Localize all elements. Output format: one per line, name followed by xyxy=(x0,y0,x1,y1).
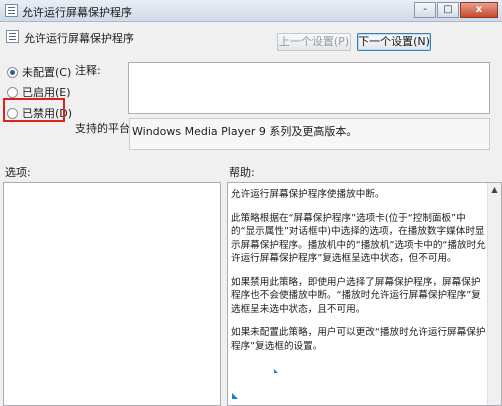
comment-label: 注释: xyxy=(75,64,101,77)
policy-setting-icon xyxy=(6,30,19,43)
title-bar: 允许运行屏幕保护程序 - □ x xyxy=(0,0,502,22)
platform-value: Windows Media Player 9 系列及更高版本。 xyxy=(129,118,490,150)
scroll-up-icon[interactable]: ▲ xyxy=(490,185,499,194)
caret-marker-icon xyxy=(274,369,278,373)
close-button[interactable]: x xyxy=(460,2,498,18)
comment-textarea[interactable] xyxy=(128,62,490,114)
caret-marker-icon xyxy=(232,393,238,399)
help-scrollbar[interactable]: ▲ xyxy=(487,183,501,405)
platform-label: 支持的平台: xyxy=(75,122,134,135)
help-paragraph: 此策略根据在“屏幕保护程序”选项卡(位于“控制面板”中的“显示属性”对话框中)中… xyxy=(231,212,486,265)
next-setting-button[interactable]: 下一个设置(N) xyxy=(357,33,431,51)
window-controls: - □ x xyxy=(414,2,498,18)
radio-indicator[interactable] xyxy=(7,86,18,98)
options-panel xyxy=(3,182,221,406)
disabled-option-highlight xyxy=(3,98,65,122)
setting-title: 允许运行屏幕保护程序 xyxy=(24,32,134,45)
help-label: 帮助: xyxy=(229,166,255,179)
help-paragraph: 如果未配置此策略，用户可以更改“播放时允许运行屏幕保护程序”复选框的设置。 xyxy=(231,327,486,352)
help-text: 允许运行屏幕保护程序使播放中断。 此策略根据在“屏幕保护程序”选项卡(位于“控制… xyxy=(231,188,486,363)
maximize-button[interactable]: □ xyxy=(437,2,459,18)
policy-icon xyxy=(5,4,18,17)
minimize-button[interactable]: - xyxy=(414,2,436,18)
window-title: 允许运行屏幕保护程序 xyxy=(22,6,132,19)
previous-setting-button[interactable]: 上一个设置(P) xyxy=(277,33,351,51)
help-paragraph: 如果禁用此策略，即使用户选择了屏幕保护程序，屏幕保护程序也不会使播放中断。“播放… xyxy=(231,276,481,315)
help-panel: 允许运行屏幕保护程序使播放中断。 此策略根据在“屏幕保护程序”选项卡(位于“控制… xyxy=(227,182,502,406)
options-label: 选项: xyxy=(5,166,31,179)
radio-indicator[interactable] xyxy=(7,66,18,78)
help-paragraph: 允许运行屏幕保护程序使播放中断。 xyxy=(231,189,385,200)
radio-label: 未配置(C) xyxy=(22,66,72,79)
radio-not-configured[interactable]: 未配置(C) xyxy=(7,64,71,80)
